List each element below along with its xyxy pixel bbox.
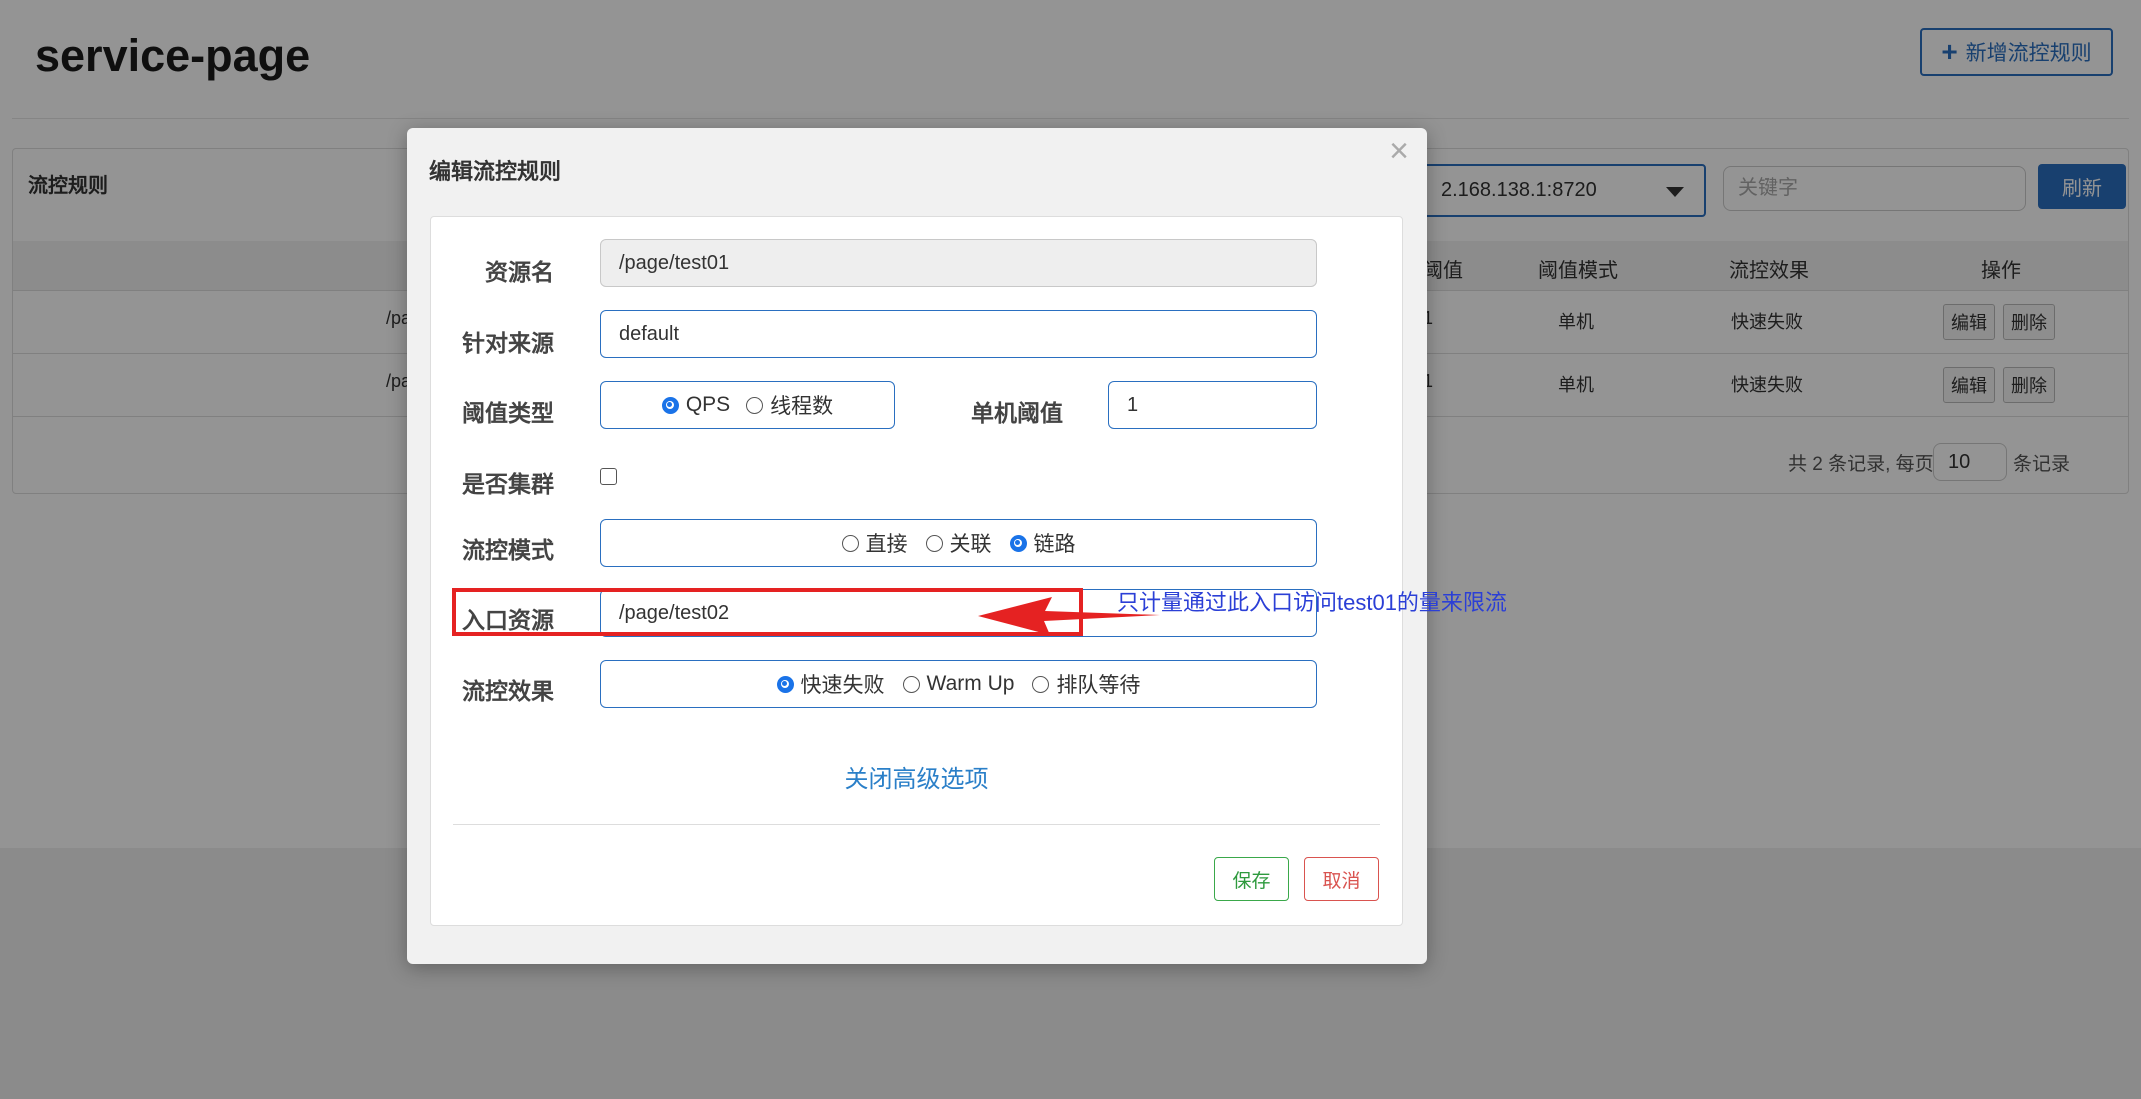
radio-checked-icon [661,396,679,414]
body-divider [453,824,1380,825]
radio-checked-icon [1009,534,1027,552]
radio-option-label: 关联 [949,533,992,556]
radio-option-fast-fail[interactable]: 快速失败 [776,669,885,699]
radio-unchecked-icon [746,396,764,414]
radio-unchecked-icon [902,675,920,693]
threshold-type-radio-group: QPS 线程数 [600,381,895,429]
annotation-text: 只计量通过此入口访问test01的量来限流 [1117,590,1507,615]
modal-title: 编辑流控规则 [429,159,562,184]
cluster-checkbox[interactable] [600,468,617,485]
resource-name-field: /page/test01 [600,239,1317,287]
close-icon[interactable]: × [1389,134,1409,168]
limit-app-input[interactable]: default [600,310,1317,358]
strategy-radio-group: 直接 关联 链路 [600,519,1317,567]
resource-name-label: 资源名 [485,259,554,285]
radio-unchecked-icon [841,534,859,552]
radio-option-relate[interactable]: 关联 [925,528,992,558]
radio-option-qps[interactable]: QPS [661,393,731,417]
radio-option-label: 链路 [1033,533,1076,556]
advanced-options-toggle[interactable]: 关闭高级选项 [431,759,1402,794]
radio-option-warm-up[interactable]: Warm Up [902,672,1015,696]
cancel-button[interactable]: 取消 [1304,857,1379,901]
radio-option-label: Warm Up [926,672,1015,695]
control-behavior-label: 流控效果 [462,678,554,704]
radio-option-label: 线程数 [770,395,834,418]
limit-app-label: 针对来源 [462,330,554,356]
radio-option-queue[interactable]: 排队等待 [1032,669,1140,699]
threshold-input[interactable]: 1 [1108,381,1317,429]
radio-option-label: 排队等待 [1056,674,1141,697]
radio-option-thread[interactable]: 线程数 [746,390,833,420]
control-behavior-radio-group: 快速失败 Warm Up 排队等待 [600,660,1317,708]
save-button[interactable]: 保存 [1214,857,1289,901]
threshold-type-label: 阈值类型 [462,400,554,426]
radio-option-label: QPS [685,393,731,416]
radio-unchecked-icon [925,534,943,552]
radio-option-label: 直接 [865,533,908,556]
radio-option-direct[interactable]: 直接 [841,528,908,558]
modal-form: 资源名 /page/test01 针对来源 default 阈值类型 QPS 线… [430,216,1403,926]
radio-unchecked-icon [1032,675,1050,693]
threshold-label: 单机阈值 [971,400,1063,426]
radio-option-label: 快速失败 [800,674,885,697]
edit-rule-modal: 编辑流控规则 × 资源名 /page/test01 针对来源 default 阈… [407,128,1427,964]
radio-option-chain[interactable]: 链路 [1009,528,1076,558]
radio-checked-icon [776,675,794,693]
strategy-label: 流控模式 [462,537,554,563]
cluster-label: 是否集群 [462,471,554,497]
